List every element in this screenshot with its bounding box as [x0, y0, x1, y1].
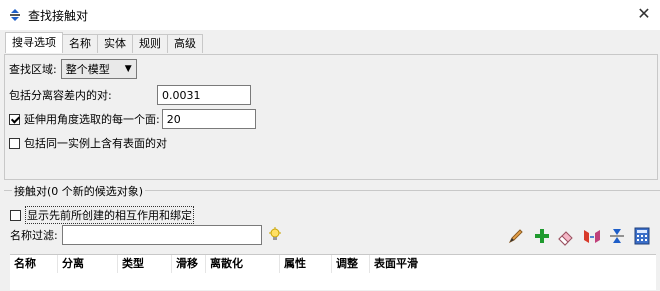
tab-advanced[interactable]: 高级 — [167, 34, 203, 53]
close-icon[interactable]: ✕ — [636, 6, 652, 22]
eraser-icon[interactable] — [556, 226, 576, 246]
same-instance-label: 包括同一实例上含有表面的对 — [24, 137, 167, 150]
lightbulb-icon[interactable] — [268, 227, 282, 243]
name-filter-input[interactable] — [61, 225, 262, 245]
contact-pairs-table-body — [10, 273, 656, 290]
contact-pairs-title: 接触对(0 个新的候选对象) — [12, 183, 146, 199]
name-filter-label: 名称过滤: — [10, 229, 58, 242]
column-adjust[interactable]: 调整 — [332, 255, 370, 273]
title-bar: 查找接触对 ✕ — [0, 0, 660, 30]
tolerance-input[interactable]: 0.0031 — [157, 85, 251, 105]
region-value: 整个模型 — [65, 63, 110, 76]
show-previous-label: 显示先前所创建的相互作用和绑定 — [25, 206, 194, 224]
extend-checkbox[interactable] — [9, 113, 20, 125]
extend-label: 延伸用角度选取的每一个面: — [24, 113, 160, 126]
column-sliding[interactable]: 滑移 — [172, 255, 206, 273]
chevron-down-icon: ▼ — [124, 64, 132, 74]
tab-entity[interactable]: 实体 — [97, 34, 133, 53]
column-surface-smoothing[interactable]: 表面平滑 — [370, 255, 656, 273]
region-label: 查找区域: — [9, 63, 57, 76]
separate-surfaces-icon[interactable] — [582, 226, 602, 246]
tolerance-label: 包括分离容差内的对: — [9, 89, 112, 102]
calculator-icon[interactable] — [632, 226, 652, 246]
column-name[interactable]: 名称 — [10, 255, 58, 273]
contact-pairs-table-header: 名称 分离 类型 滑移 离散化 属性 调整 表面平滑 — [10, 254, 656, 274]
search-pair-icon — [10, 9, 20, 21]
tab-search-options[interactable]: 搜寻选项 — [5, 32, 63, 53]
same-instance-checkbox[interactable] — [9, 137, 20, 149]
show-previous-checkbox[interactable] — [10, 209, 21, 221]
window-title: 查找接触对 — [28, 8, 89, 23]
tab-rules[interactable]: 规则 — [132, 34, 168, 53]
search-options-panel: 查找区域: 整个模型 ▼ 包括分离容差内的对: 0.0031 延伸用角度选取的每… — [4, 54, 658, 180]
extend-angle-input[interactable]: 20 — [161, 109, 256, 129]
adjust-position-icon[interactable] — [607, 226, 627, 246]
tab-bar: 搜寻选项 名称 实体 规则 高级 — [5, 32, 203, 54]
add-icon[interactable] — [532, 226, 552, 246]
region-select[interactable]: 整个模型 ▼ — [60, 59, 137, 79]
tab-name[interactable]: 名称 — [62, 34, 98, 53]
column-separation[interactable]: 分离 — [58, 255, 118, 273]
column-type[interactable]: 类型 — [118, 255, 172, 273]
edit-pencil-icon[interactable] — [506, 226, 526, 246]
column-property[interactable]: 属性 — [280, 255, 332, 273]
column-discretization[interactable]: 离散化 — [206, 255, 280, 273]
